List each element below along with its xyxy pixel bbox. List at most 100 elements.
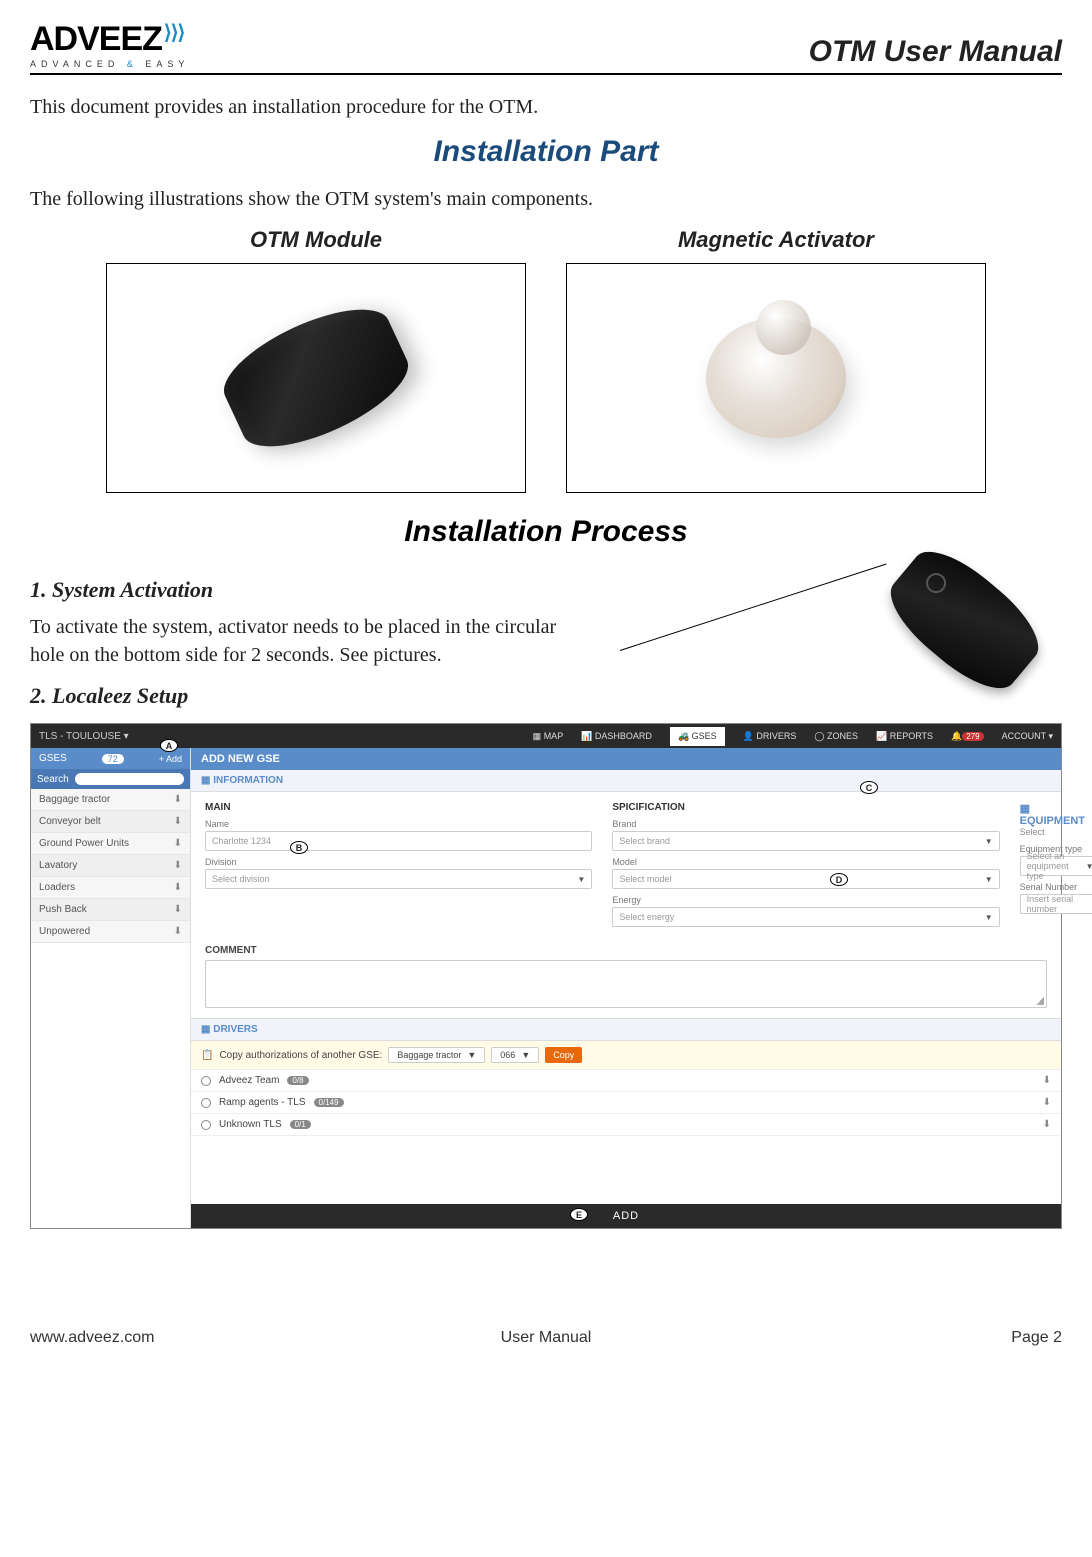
page-header: ADVEEZ⟩⟩⟩ ADVANCED & EASY OTM User Manua… — [30, 20, 1062, 75]
radio-icon[interactable] — [201, 1076, 211, 1086]
step1-text: To activate the system, activator needs … — [30, 613, 590, 669]
serial-input[interactable]: Insert serial number — [1020, 894, 1092, 914]
components-row: OTM Module Magnetic Activator — [30, 227, 1062, 493]
pointer-line-icon — [620, 563, 887, 650]
step2-title: 2. Localeez Setup — [30, 683, 590, 709]
chevron-down-icon: ⬇ — [174, 860, 182, 871]
intro-text: This document provides an installation p… — [30, 93, 1062, 121]
side-item[interactable]: Baggage tractor⬇ — [31, 789, 190, 811]
otm-bottom-icon — [876, 536, 1053, 705]
otm-device-icon — [211, 290, 421, 466]
callout-b: B — [290, 841, 308, 854]
illus-intro: The following illustrations show the OTM… — [30, 185, 1062, 213]
equip-type-select[interactable]: Select an equipment type▼ — [1020, 856, 1092, 876]
step1-title: 1. System Activation — [30, 577, 590, 603]
localeez-screenshot: TLS - TOULOUSE ▾ ▦ MAP 📊 DASHBOARD 🚜 GSE… — [30, 723, 1062, 1229]
chevron-down-icon: ⬇ — [1043, 1097, 1051, 1108]
callout-a: A — [160, 739, 178, 752]
chevron-down-icon: ⬇ — [1043, 1075, 1051, 1086]
heading-installation-process: Installation Process — [30, 515, 1062, 549]
add-new-gse-bar: ADD NEW GSE — [191, 748, 1061, 770]
copy-button[interactable]: Copy — [545, 1047, 582, 1063]
radio-icon[interactable] — [201, 1120, 211, 1130]
ss-sidebar: GSES 72 + Add Search Baggage tractor⬇ Co… — [31, 748, 191, 1228]
nav-dashboard[interactable]: 📊 DASHBOARD — [581, 731, 652, 742]
energy-label: Energy — [612, 895, 999, 905]
nav-drivers[interactable]: 👤 DRIVERS — [743, 731, 797, 742]
driver-row[interactable]: Adveez Team0/8⬇ — [191, 1070, 1061, 1092]
side-count: 72 — [102, 754, 124, 764]
name-label: Name — [205, 819, 592, 829]
radio-icon[interactable] — [201, 1098, 211, 1108]
activation-figure — [620, 565, 1062, 715]
activator-photo — [566, 263, 986, 493]
otm-module-title: OTM Module — [106, 227, 526, 253]
comment-textarea[interactable] — [205, 960, 1047, 1008]
caret-down-icon: ▼ — [985, 875, 993, 884]
main-section-label: MAIN — [205, 802, 592, 813]
otm-module-photo — [106, 263, 526, 493]
name-input[interactable]: Charlotte 1234 — [205, 831, 592, 851]
doc-title: OTM User Manual — [809, 35, 1062, 69]
nav-account[interactable]: ACCOUNT ▾ — [1002, 731, 1053, 742]
copy-num-select[interactable]: 066▼ — [491, 1047, 539, 1063]
chevron-down-icon: ⬇ — [1043, 1119, 1051, 1130]
chevron-down-icon: ⬇ — [174, 904, 182, 915]
copy-gse-select[interactable]: Baggage tractor▼ — [388, 1047, 485, 1063]
division-label: Division — [205, 857, 592, 867]
caret-down-icon: ▼ — [985, 913, 993, 922]
energy-select[interactable]: Select energy▼ — [612, 907, 999, 927]
nav-reports[interactable]: 📈 REPORTS — [876, 731, 933, 742]
caret-down-icon: ▼ — [1086, 862, 1092, 871]
heading-installation-part: Installation Part — [30, 135, 1062, 169]
callout-e: E — [570, 1208, 588, 1221]
side-item[interactable]: Lavatory⬇ — [31, 855, 190, 877]
side-item[interactable]: Conveyor belt⬇ — [31, 811, 190, 833]
brand-label: Brand — [612, 819, 999, 829]
model-select[interactable]: Select model▼ — [612, 869, 999, 889]
driver-row[interactable]: Unknown TLS0/1⬇ — [191, 1114, 1061, 1136]
side-item[interactable]: Unpowered⬇ — [31, 921, 190, 943]
add-button[interactable]: ADD — [191, 1204, 1061, 1228]
copy-label: Copy authorizations of another GSE: — [219, 1050, 382, 1061]
spec-section-label: SPICIFICATION — [612, 802, 999, 813]
magnetic-activator-title: Magnetic Activator — [566, 227, 986, 253]
copy-icon: 📋 — [201, 1050, 213, 1061]
logo-wave-icon: ⟩⟩⟩ — [164, 20, 184, 45]
side-item[interactable]: Push Back⬇ — [31, 899, 190, 921]
comment-label: COMMENT — [205, 945, 1047, 956]
footer-url: www.adveez.com — [30, 1329, 155, 1347]
ss-topbar: TLS - TOULOUSE ▾ ▦ MAP 📊 DASHBOARD 🚜 GSE… — [31, 724, 1061, 748]
model-label: Model — [612, 857, 999, 867]
brand-select[interactable]: Select brand▼ — [612, 831, 999, 851]
side-search[interactable]: Search — [31, 769, 190, 789]
driver-row[interactable]: Ramp agents - TLS0/149⬇ — [191, 1092, 1061, 1114]
nav-map[interactable]: ▦ MAP — [533, 731, 564, 742]
side-add-button[interactable]: + Add — [159, 754, 182, 764]
caret-down-icon: ▼ — [577, 875, 585, 884]
side-item[interactable]: Loaders⬇ — [31, 877, 190, 899]
division-select[interactable]: Select division▼ — [205, 869, 592, 889]
footer-page: Page 2 — [1011, 1329, 1062, 1347]
callout-d: D — [830, 873, 848, 886]
logo-text: ADVEEZ — [30, 20, 162, 59]
chevron-down-icon: ⬇ — [174, 794, 182, 805]
nav-alerts[interactable]: 🔔279 — [951, 731, 984, 742]
nav-zones[interactable]: ◯ ZONES — [814, 731, 858, 742]
activator-icon — [706, 318, 846, 438]
drivers-bar: ▦ DRIVERS — [191, 1018, 1061, 1041]
footer-title: User Manual — [501, 1329, 592, 1347]
serial-label: Serial Number — [1020, 882, 1092, 892]
caret-down-icon: ▼ — [985, 837, 993, 846]
page-footer: www.adveez.com User Manual Page 2 — [30, 1299, 1062, 1357]
site-selector[interactable]: TLS - TOULOUSE ▾ — [39, 731, 179, 742]
side-item[interactable]: Ground Power Units⬇ — [31, 833, 190, 855]
equipment-title: ▦ EQUIPMENT — [1020, 803, 1085, 827]
side-head-label: GSES — [39, 753, 67, 764]
chevron-down-icon: ⬇ — [174, 838, 182, 849]
logo: ADVEEZ⟩⟩⟩ ADVANCED & EASY — [30, 20, 189, 69]
information-bar: ▦ INFORMATION — [191, 770, 1061, 792]
chevron-down-icon: ⬇ — [174, 882, 182, 893]
nav-gses[interactable]: 🚜 GSES — [670, 727, 725, 746]
copy-auth-row: 📋 Copy authorizations of another GSE: Ba… — [191, 1041, 1061, 1070]
